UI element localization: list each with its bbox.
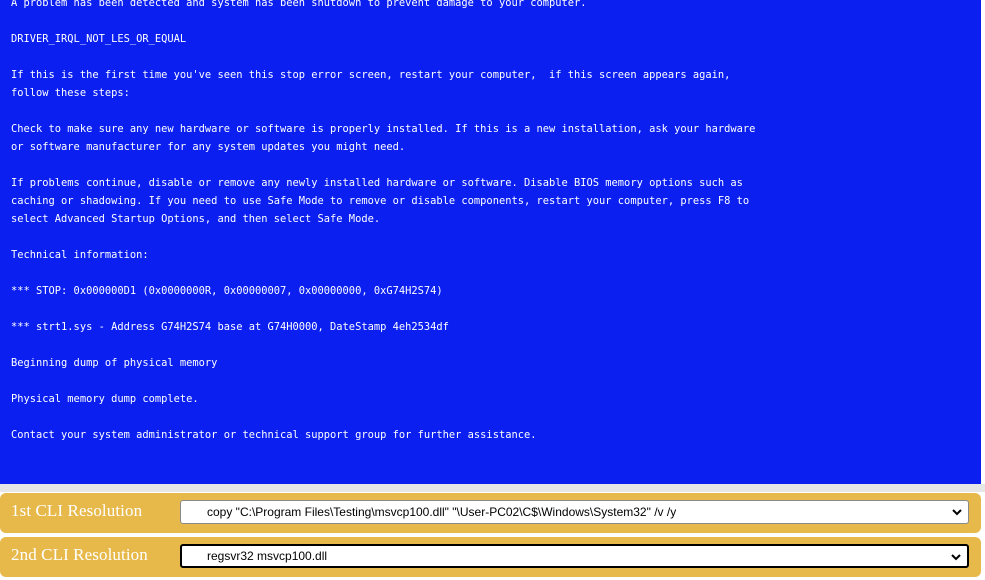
bsod-line: or software manufacturer for any system … bbox=[11, 141, 406, 153]
bsod-blank-line bbox=[11, 408, 971, 426]
bsod-line: caching or shadowing. If you need to use… bbox=[11, 195, 750, 207]
bsod-line: If this is the first time you've seen th… bbox=[11, 69, 731, 81]
bsod-blank-line bbox=[11, 336, 971, 354]
bsod-line: follow these steps: bbox=[11, 87, 130, 99]
cli-resolution-1-label: 1st CLI Resolution bbox=[11, 501, 143, 520]
bsod-blank-line bbox=[11, 12, 971, 30]
bsod-blank-line bbox=[11, 300, 971, 318]
bsod-line: Check to make sure any new hardware or s… bbox=[11, 123, 756, 135]
bsod-blank-line bbox=[11, 264, 971, 282]
chevron-down-icon[interactable] bbox=[951, 546, 961, 568]
bsod-blank-line bbox=[11, 48, 971, 66]
cli-resolution-2-label: 2nd CLI Resolution bbox=[11, 545, 148, 564]
bsod-error-code: DRIVER_IRQL_NOT_LES_OR_EQUAL bbox=[11, 33, 187, 45]
bsod-line: Contact your system administrator or tec… bbox=[11, 429, 537, 441]
cli-resolution-row-2: 2nd CLI Resolution regsvr32 msvcp100.dll bbox=[0, 537, 981, 577]
bsod-error-screen: A problem has been detected and system h… bbox=[0, 0, 981, 484]
bsod-driver-address: *** strt1.sys - Address G74H2S74 base at… bbox=[11, 321, 449, 333]
cli-resolution-row-1: 1st CLI Resolution copy "C:\Program File… bbox=[0, 493, 981, 533]
bsod-blank-line bbox=[11, 228, 971, 246]
bsod-line: If problems continue, disable or remove … bbox=[11, 177, 743, 189]
bsod-text-block: A problem has been detected and system h… bbox=[11, 0, 971, 444]
cli-resolution-2-select[interactable]: regsvr32 msvcp100.dll bbox=[180, 544, 969, 568]
bsod-blank-line bbox=[11, 372, 971, 390]
cli-resolution-1-selected-value: copy "C:\Program Files\Testing\msvcp100.… bbox=[207, 505, 677, 519]
cli-resolution-2-selected-value: regsvr32 msvcp100.dll bbox=[207, 549, 328, 563]
section-divider bbox=[0, 484, 985, 492]
bsod-line: select Advanced Startup Options, and the… bbox=[11, 213, 381, 225]
cli-resolution-1-select[interactable]: copy "C:\Program Files\Testing\msvcp100.… bbox=[180, 500, 969, 524]
chevron-down-icon[interactable] bbox=[952, 501, 962, 523]
bsod-blank-line bbox=[11, 102, 971, 120]
bsod-stop-code: *** STOP: 0x000000D1 (0x0000000R, 0x0000… bbox=[11, 285, 443, 297]
bsod-line: Beginning dump of physical memory bbox=[11, 357, 218, 369]
bsod-line: Physical memory dump complete. bbox=[11, 393, 199, 405]
bsod-line: A problem has been detected and system h… bbox=[11, 0, 587, 9]
bsod-tech-info-heading: Technical information: bbox=[11, 249, 149, 261]
bsod-blank-line bbox=[11, 156, 971, 174]
